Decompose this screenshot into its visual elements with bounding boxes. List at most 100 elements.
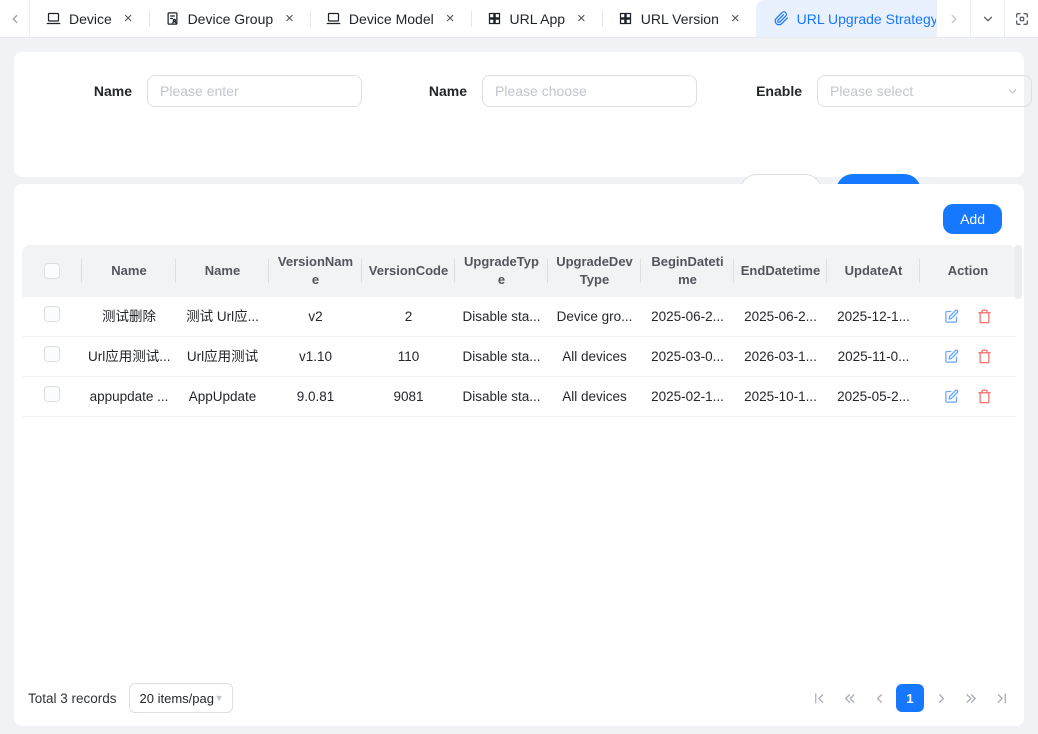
column-header: UpgradeType (455, 245, 548, 297)
close-icon[interactable]: × (285, 11, 294, 26)
pagination: 1 (804, 683, 1016, 713)
close-icon[interactable]: × (577, 11, 586, 26)
tab-label: URL Upgrade Strategy (797, 11, 936, 27)
close-icon[interactable]: × (124, 11, 133, 26)
cell-begin-datetime: 2025-02-1... (641, 388, 734, 406)
tab-url-version[interactable]: URL Version × (602, 0, 756, 37)
tab-device-group[interactable]: Device Group × (149, 0, 310, 37)
column-header: Name (176, 245, 269, 297)
delete-icon[interactable] (977, 349, 992, 364)
tabbar-controls (936, 0, 1038, 37)
chevron-right-icon (947, 12, 961, 26)
enable-select[interactable]: Please select (817, 75, 1032, 107)
cell-version-name: 9.0.81 (269, 388, 362, 406)
close-icon[interactable]: × (731, 11, 740, 26)
cell-version-code: 9081 (362, 388, 455, 406)
edit-icon[interactable] (944, 309, 959, 324)
fast-prev-button[interactable] (834, 683, 864, 713)
tab-url-app[interactable]: URL App × (471, 0, 602, 37)
next-page-button[interactable] (926, 683, 956, 713)
cell-upgrade-dev-type: All devices (548, 348, 641, 366)
tab-device[interactable]: Device × (30, 0, 149, 37)
fullscreen-icon (1014, 11, 1030, 27)
close-icon[interactable]: × (446, 11, 455, 26)
cell-name2: Url应用测试 (176, 348, 269, 366)
column-header: EndDatetime (734, 245, 827, 297)
fast-next-button[interactable] (956, 683, 986, 713)
select-all-checkbox[interactable] (44, 263, 60, 279)
row-checkbox[interactable] (44, 306, 60, 322)
cell-action (920, 349, 1016, 364)
cell-end-datetime: 2025-10-1... (734, 388, 827, 406)
tab-label: Device (69, 11, 112, 27)
cell-update-at: 2025-11-0... (827, 348, 920, 366)
edit-icon[interactable] (944, 349, 959, 364)
fullscreen-button[interactable] (1004, 0, 1038, 37)
delete-icon[interactable] (977, 309, 992, 324)
field-label: Enable (742, 83, 802, 99)
chevron-left-icon (872, 691, 887, 706)
column-header: Action (920, 245, 1016, 297)
double-chevron-right-icon (964, 691, 979, 706)
filter-name-1: Name (72, 75, 362, 107)
total-records-text: Total 3 records (28, 691, 117, 706)
edit-icon[interactable] (944, 389, 959, 404)
cell-begin-datetime: 2025-03-0... (641, 348, 734, 366)
cell-upgrade-dev-type: Device gro... (548, 308, 641, 326)
cell-version-name: v1.10 (269, 348, 362, 366)
table-row: appupdate ... AppUpdate 9.0.81 9081 Disa… (22, 377, 1016, 417)
cell-name: 测试删除 (82, 308, 176, 326)
page-size-select[interactable]: 20 items/pag ▼ (129, 683, 233, 713)
cell-end-datetime: 2026-03-1... (734, 348, 827, 366)
filter-enable: Enable Please select (742, 75, 1032, 107)
cell-begin-datetime: 2025-06-2... (641, 308, 734, 326)
first-page-button[interactable] (804, 683, 834, 713)
prev-page-button[interactable] (864, 683, 894, 713)
page-number-1[interactable]: 1 (896, 684, 924, 712)
row-checkbox-cell (22, 386, 82, 407)
column-header: VersionName (269, 245, 362, 297)
table-scrollbar[interactable] (1014, 245, 1022, 299)
tab-label: URL Version (641, 11, 719, 27)
table-footer: Total 3 records 20 items/pag ▼ (28, 682, 1016, 714)
row-checkbox[interactable] (44, 386, 60, 402)
header-checkbox-cell (22, 245, 82, 297)
laptop-icon (46, 11, 61, 26)
chevron-left-icon (8, 12, 22, 26)
tabs-scroll-left-button[interactable] (0, 0, 30, 37)
name-choose-input[interactable] (482, 75, 697, 107)
cell-name2: AppUpdate (176, 388, 269, 406)
tab-url-upgrade-strategy[interactable]: URL Upgrade Strategy × (756, 0, 936, 37)
field-label: Name (407, 83, 467, 99)
cell-version-code: 2 (362, 308, 455, 326)
row-checkbox[interactable] (44, 346, 60, 362)
column-header: BeginDatetime (641, 245, 734, 297)
select-placeholder: Please select (830, 83, 913, 99)
table-row: Url应用测试... Url应用测试 v1.10 110 Disable sta… (22, 337, 1016, 377)
tab-bar: Device × Device Group × Device Model × U… (0, 0, 1038, 38)
tab-label: Device Group (188, 11, 274, 27)
column-header: UpdateAt (827, 245, 920, 297)
grid-icon (618, 11, 633, 26)
delete-icon[interactable] (977, 389, 992, 404)
filter-panel: Name Name Enable Please select Reset Sea… (14, 52, 1024, 177)
add-button[interactable]: Add (943, 204, 1002, 234)
footer-left: Total 3 records 20 items/pag ▼ (28, 683, 233, 713)
table-panel: Add Name Name VersionName VersionCode Up… (14, 184, 1024, 726)
cell-action (920, 389, 1016, 404)
paperclip-icon (774, 11, 789, 26)
tab-device-model[interactable]: Device Model × (310, 0, 471, 37)
filter-name-2: Name (407, 75, 697, 107)
name-input[interactable] (147, 75, 362, 107)
cell-update-at: 2025-05-2... (827, 388, 920, 406)
cell-name: appupdate ... (82, 388, 176, 406)
last-page-button[interactable] (986, 683, 1016, 713)
cell-version-code: 110 (362, 348, 455, 366)
column-header: VersionCode (362, 245, 455, 297)
table-header-row: Name Name VersionName VersionCode Upgrad… (22, 245, 1016, 297)
tabs-menu-button[interactable] (970, 0, 1004, 37)
cell-upgrade-dev-type: All devices (548, 388, 641, 406)
tabs-scroll-right-button[interactable] (936, 0, 970, 37)
page-size-value: 20 items/pag (140, 691, 214, 706)
tab-label: URL App (510, 11, 566, 27)
